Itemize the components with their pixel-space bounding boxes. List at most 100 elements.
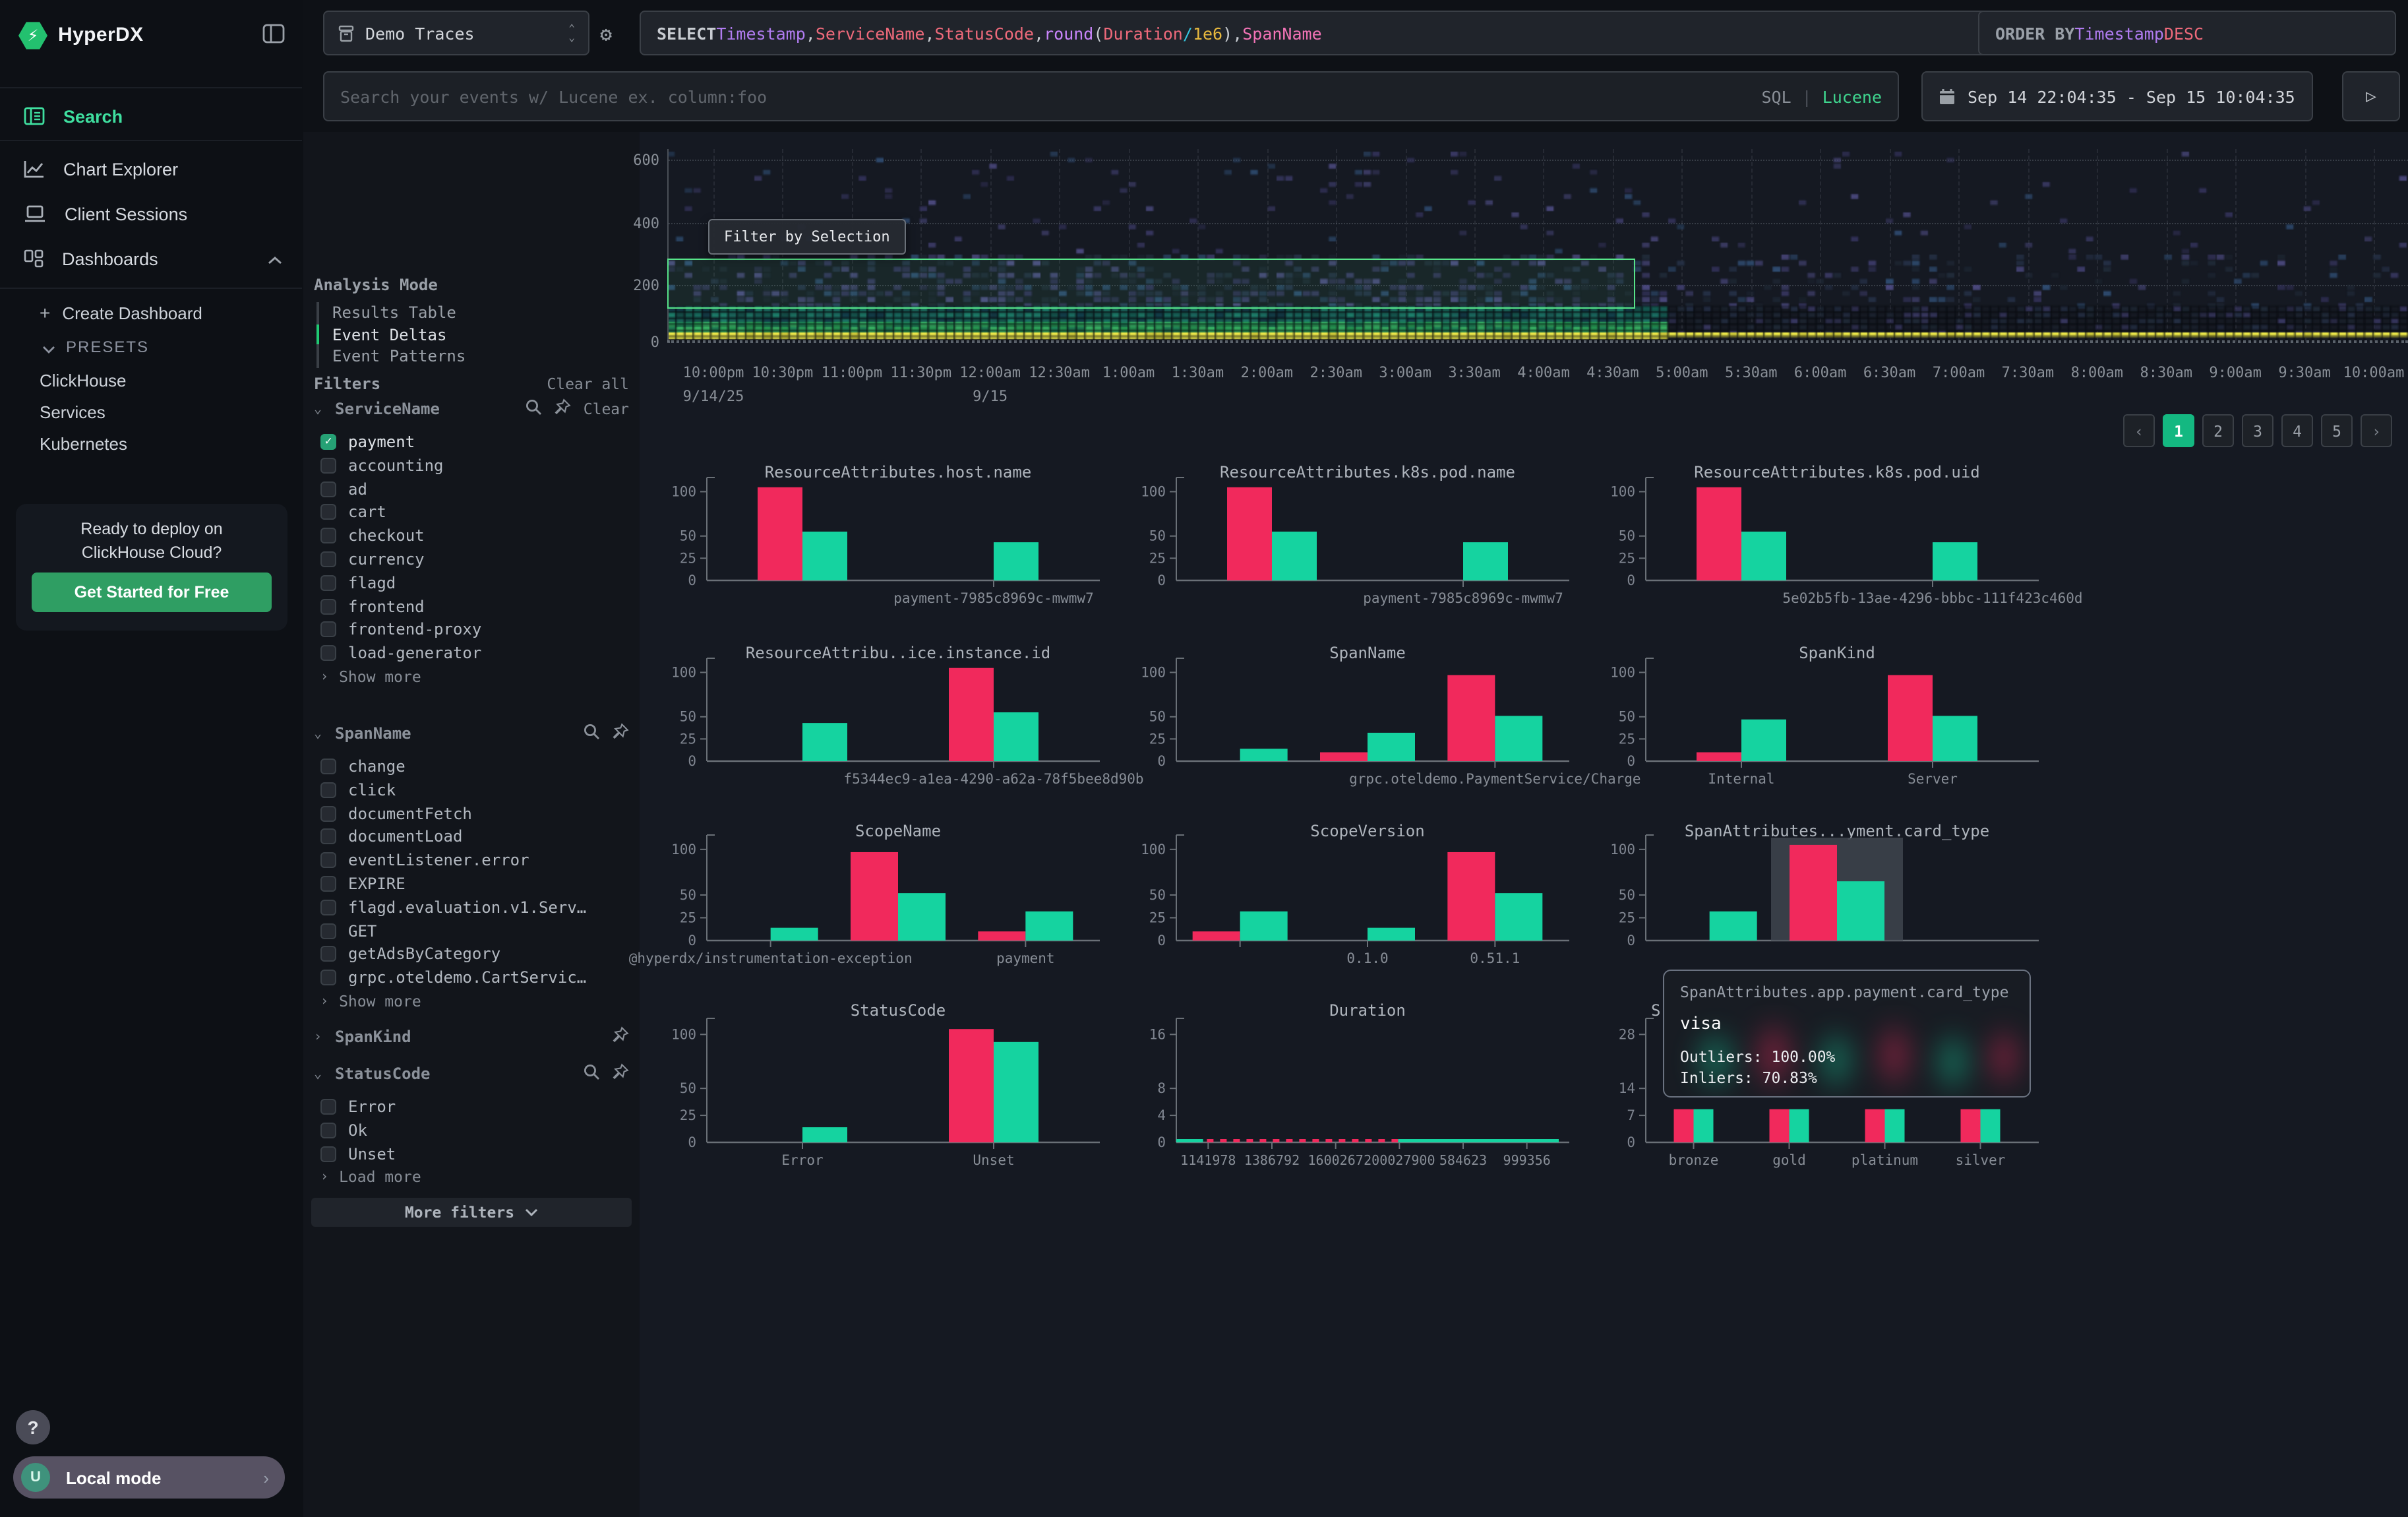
bar-outlier[interactable] [1320,753,1368,761]
filter-item-eventlistener-error[interactable]: eventListener.error [320,850,624,871]
checkbox[interactable] [320,1146,336,1161]
clear-group-button[interactable]: Clear [584,400,629,418]
bar-inlier[interactable] [802,723,847,761]
bar-inlier[interactable] [1790,1109,1809,1142]
filter-item-error[interactable]: Error [320,1096,624,1117]
bar-inlier[interactable] [994,712,1038,761]
sidebar-item-search[interactable]: Search [0,95,303,137]
checkbox[interactable] [320,575,336,591]
bar-inlier[interactable] [1240,749,1288,761]
page-3-button[interactable]: 3 [2242,414,2273,447]
filter-by-selection-button[interactable]: Filter by Selection [708,219,906,255]
strip-segment[interactable] [1299,1139,1306,1142]
bar-outlier[interactable] [1193,931,1240,941]
filter-item-flagd-evaluation-v1-serv-[interactable]: flagd.evaluation.v1.Serv… [320,897,624,918]
sidebar-item-kubernetes[interactable]: Kubernetes [0,426,343,460]
bar-inlier[interactable] [1495,893,1542,941]
bar-inlier[interactable] [802,532,847,580]
strip-segment[interactable] [1286,1139,1292,1142]
bar-outlier[interactable] [1770,1109,1790,1142]
checkbox[interactable] [320,782,336,798]
strip-segment[interactable] [1339,1139,1345,1142]
bar-inlier[interactable] [771,928,818,941]
sidebar-item-services[interactable]: Services [0,394,343,429]
bar-inlier[interactable] [1368,928,1415,941]
bar-inlier[interactable] [898,893,946,941]
checkbox[interactable] [320,1099,336,1115]
bar-inlier[interactable] [1240,912,1288,941]
filter-item-ok[interactable]: Ok [320,1120,624,1141]
checkbox[interactable] [320,481,336,497]
checkbox[interactable] [320,900,336,915]
filter-item-click[interactable]: click [320,780,624,801]
strip-segment[interactable] [1352,1139,1358,1142]
strip-segment[interactable] [1325,1139,1332,1142]
filter-item-get[interactable]: GET [320,920,624,941]
event-deltas-heatmap[interactable] [667,149,2408,342]
sql-toggle[interactable]: SQL [1761,86,1791,106]
source-select[interactable]: Demo Traces ⌃⌄ [323,11,589,55]
bar-inlier[interactable] [1741,720,1786,761]
bar-inlier[interactable] [1933,542,1977,580]
strip-segment[interactable] [1312,1139,1319,1142]
filter-item-currency[interactable]: currency [320,549,624,570]
bar-inlier[interactable] [1837,881,1884,941]
filter-item-flagd[interactable]: flagd [320,573,624,594]
filter-group-header-servicename[interactable]: ⌄ServiceNameClear [314,398,629,419]
more-filters-button[interactable]: More filters [311,1198,632,1227]
search-icon[interactable] [583,1063,600,1084]
page-next-button[interactable]: › [2361,414,2392,447]
bar-outlier[interactable] [978,931,1025,941]
bar-inlier[interactable] [1741,532,1786,580]
filter-item-cart[interactable]: cart [320,502,624,523]
checkbox[interactable]: ✓ [320,434,336,450]
checkbox[interactable] [320,923,336,939]
date-range-picker[interactable]: Sep 14 22:04:35 - Sep 15 10:04:35 [1921,71,2313,121]
analysis-mode-event-deltas[interactable]: Event Deltas [332,325,446,346]
page-prev-button[interactable]: ‹ [2123,414,2155,447]
checkbox[interactable] [320,505,336,520]
checkbox[interactable] [320,645,336,661]
bar-outlier[interactable] [1697,753,1741,761]
bar-inlier[interactable] [1710,912,1757,941]
sql-query-input[interactable]: SELECT Timestamp, ServiceName, StatusCod… [640,11,2040,55]
checkbox[interactable] [320,852,336,868]
search-icon[interactable] [583,723,600,744]
page-5-button[interactable]: 5 [2321,414,2353,447]
checkbox[interactable] [320,829,336,845]
bar-outlier[interactable] [1865,1109,1885,1142]
checkbox[interactable] [320,622,336,638]
checkbox[interactable] [320,805,336,821]
pin-icon[interactable] [555,398,572,419]
sidebar-item-chart-explorer[interactable]: Chart Explorer [0,148,303,190]
strip-segment[interactable] [1259,1139,1266,1142]
strip-segment[interactable] [1176,1139,1203,1142]
clear-all-button[interactable]: Clear all [547,375,629,393]
sidebar-item-client-sessions[interactable]: Client Sessions [0,193,303,235]
bar-inlier[interactable] [1694,1109,1714,1142]
create-dashboard-button[interactable]: + Create Dashboard [0,295,343,330]
sidebar-item-dashboards[interactable]: Dashboards [0,237,303,280]
filter-item-getadsbycategory[interactable]: getAdsByCategory [320,944,624,965]
bar-outlier[interactable] [758,487,802,580]
bar-outlier[interactable] [1888,675,1933,761]
checkbox[interactable] [320,551,336,567]
bar-inlier[interactable] [1885,1109,1905,1142]
strip-segment[interactable] [1391,1139,1398,1142]
page-2-button[interactable]: 2 [2202,414,2234,447]
gear-icon[interactable]: ⚙ [600,22,612,46]
bar-inlier[interactable] [1495,716,1542,761]
checkbox[interactable] [320,528,336,543]
bar-outlier[interactable] [851,852,898,941]
heatmap-selection-box[interactable] [667,259,1635,309]
bar-outlier[interactable] [1447,675,1495,761]
bar-outlier[interactable] [1227,487,1272,580]
bar-inlier[interactable] [994,1042,1038,1142]
filter-item-payment[interactable]: ✓payment [320,431,624,452]
sidebar-collapse-icon[interactable] [262,24,285,47]
bar-outlier[interactable] [1961,1109,1981,1142]
filter-item-checkout[interactable]: checkout [320,525,624,546]
checkbox[interactable] [320,946,336,962]
strip-segment[interactable] [1398,1139,1559,1142]
sidebar-item-clickhouse[interactable]: ClickHouse [0,363,343,397]
